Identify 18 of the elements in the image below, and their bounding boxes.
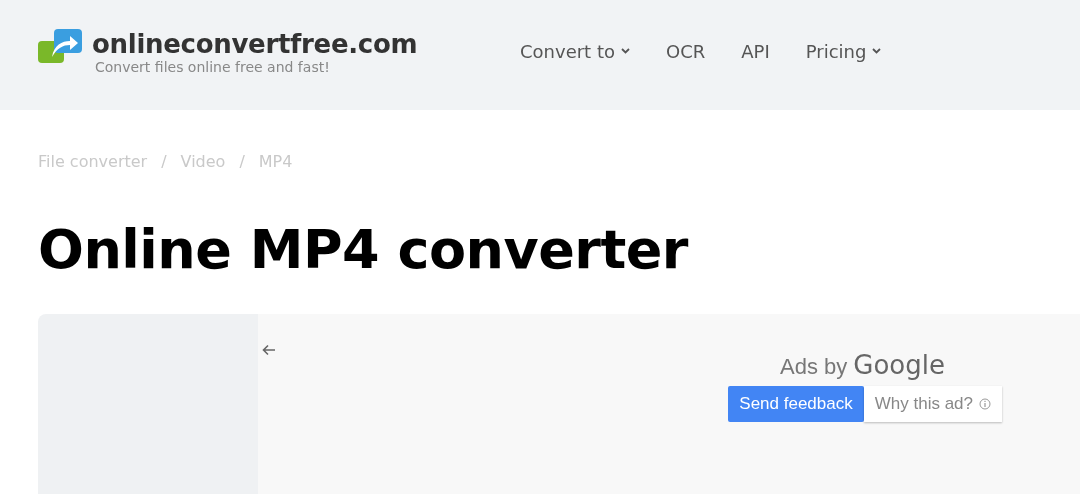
- nav-link[interactable]: OCR: [665, 40, 706, 62]
- chevron-down-icon: [872, 48, 882, 54]
- nav-link[interactable]: Pricing: [805, 40, 882, 62]
- site-logo-text[interactable]: onlineconvertfree.com: [92, 29, 418, 59]
- ad-brand: Google: [853, 350, 945, 380]
- page-title: Online MP4 converter: [38, 218, 690, 282]
- logo-icon: [38, 29, 84, 65]
- info-icon: [979, 398, 991, 410]
- back-arrow-icon[interactable]: [262, 344, 276, 356]
- breadcrumb-separator: /: [161, 152, 167, 172]
- tagline: Convert files online free and fast!: [95, 59, 331, 75]
- nav-link[interactable]: API: [741, 40, 770, 62]
- send-feedback-button[interactable]: Send feedback: [728, 386, 864, 422]
- ads-by-label: Ads by: [780, 354, 848, 380]
- breadcrumb-separator: /: [239, 152, 245, 172]
- nav-link[interactable]: Convert to: [520, 40, 630, 62]
- chevron-down-icon: [620, 48, 630, 54]
- why-this-ad-button[interactable]: Why this ad?: [863, 386, 1002, 422]
